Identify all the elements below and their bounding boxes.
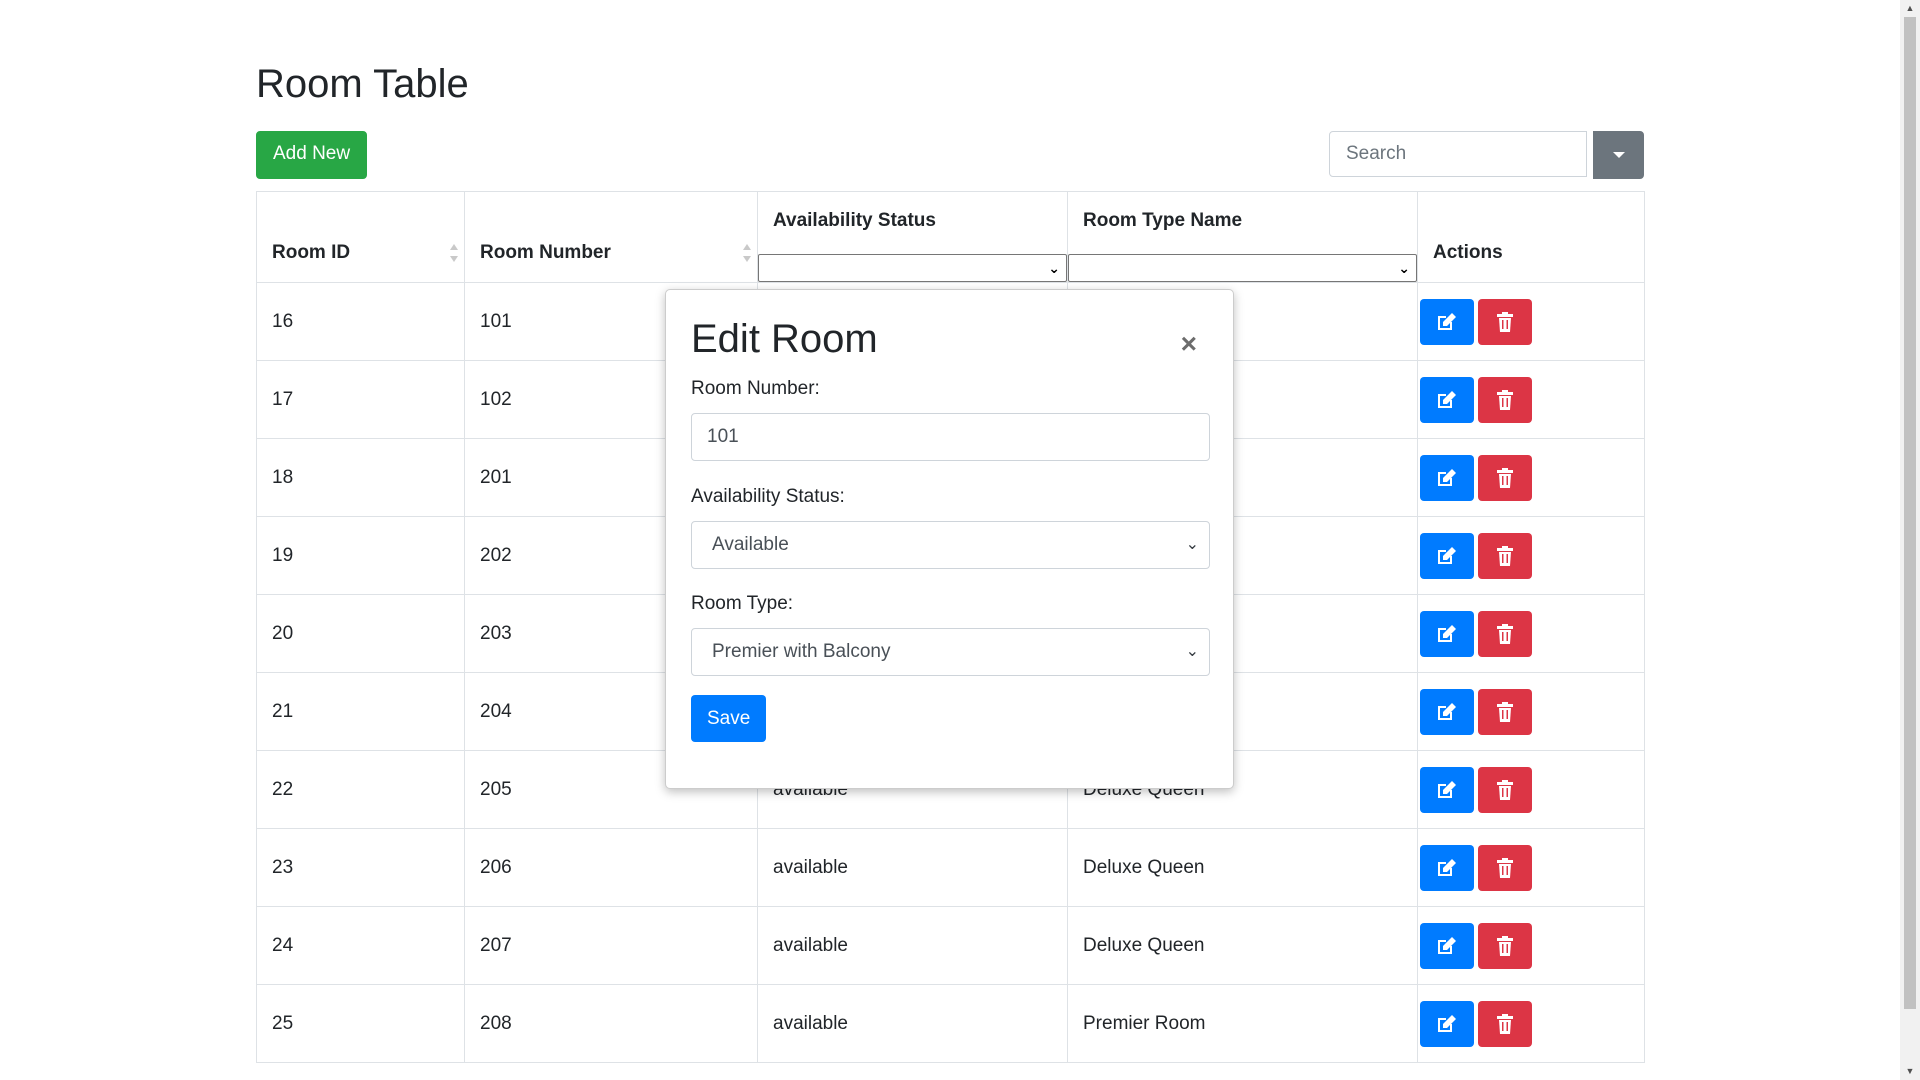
room-number-label: Room Number: [691,378,820,399]
cell-actions [1417,360,1645,439]
delete-button[interactable] [1478,610,1532,657]
add-new-button[interactable]: Add New [256,131,368,179]
scroll-up-arrow[interactable]: ▲ [1900,0,1920,17]
page-scrollbar[interactable]: ▲ ▼ [1900,0,1920,1080]
edit-button[interactable] [1420,922,1474,969]
cell-actions [1417,438,1645,517]
edit-button[interactable] [1420,688,1474,735]
chevron-down-icon: ⌄ [1185,536,1199,553]
cell-room-id: 25 [256,984,465,1063]
cell-availability-status: available [757,906,1068,985]
cell-actions [1417,516,1645,595]
modal-title: Edit Room [691,317,878,361]
delete-button[interactable] [1478,844,1532,891]
edit-button[interactable] [1420,376,1474,423]
page-title: Room Table [256,62,469,106]
cell-actions [1417,282,1645,361]
edit-button[interactable] [1420,454,1474,501]
delete-button[interactable] [1478,1000,1532,1047]
save-button[interactable]: Save [691,695,767,742]
column-header-room-type-name: Room Type Name ⌄ [1067,191,1418,283]
cell-room-id: 19 [256,516,465,595]
column-header-label: Room Number [480,242,611,263]
column-header-label: Room Type Name [1083,210,1243,231]
column-header-room-id[interactable]: Room ID [256,191,465,283]
scroll-thumb[interactable] [1904,17,1916,1009]
delete-button[interactable] [1478,298,1532,345]
availability-status-value: Available [712,534,789,555]
cell-room-id: 16 [256,282,465,361]
chevron-down-icon: ⌄ [1048,260,1060,276]
caret-down-icon [1612,152,1625,158]
search-dropdown-toggle[interactable] [1593,131,1644,179]
cell-room-id: 18 [256,438,465,517]
cell-actions [1417,828,1645,907]
room-type-filter-select[interactable]: ⌄ [1068,254,1417,282]
cell-room-id: 21 [256,672,465,751]
cell-room-number: 207 [464,906,758,985]
table-row: 24 207 available Deluxe Queen [256,906,1645,985]
table-header-row: Room ID Room Number Availability Status … [256,191,1645,283]
edit-button[interactable] [1420,610,1474,657]
delete-button[interactable] [1478,376,1532,423]
room-type-value: Premier with Balcony [712,641,891,662]
column-header-label: Room ID [272,242,351,263]
cell-room-id: 17 [256,360,465,439]
edit-button[interactable] [1420,766,1474,813]
table-row: 25 208 available Premier Room [256,984,1645,1063]
cell-room-id: 24 [256,906,465,985]
column-header-room-number[interactable]: Room Number [464,191,758,283]
cell-room-id: 22 [256,750,465,829]
sort-icon[interactable] [450,244,458,262]
table-row: 23 206 available Deluxe Queen [256,828,1645,907]
cell-actions [1417,984,1645,1063]
room-number-input[interactable]: 101 [691,413,1210,461]
availability-status-label: Availability Status: [691,486,845,507]
availability-filter-select[interactable]: ⌄ [758,254,1067,282]
delete-button[interactable] [1478,688,1532,735]
edit-button[interactable] [1420,532,1474,579]
column-header-availability-status: Availability Status ⌄ [757,191,1068,283]
cell-availability-status: available [757,984,1068,1063]
room-type-select[interactable]: Premier with Balcony ⌄ [691,628,1210,676]
cell-room-type-name: Deluxe Queen [1067,828,1418,907]
search-group [1329,131,1644,179]
cell-room-id: 23 [256,828,465,907]
close-icon[interactable]: × [1181,330,1197,358]
cell-room-type-name: Premier Room [1067,984,1418,1063]
search-input[interactable] [1329,131,1587,177]
cell-room-type-name: Deluxe Queen [1067,906,1418,985]
cell-actions [1417,750,1645,829]
cell-room-number: 208 [464,984,758,1063]
column-header-label: Actions [1433,242,1503,263]
edit-button[interactable] [1420,298,1474,345]
edit-room-modal: Edit Room × Room Number: 101 Availabilit… [665,289,1234,789]
cell-availability-status: available [757,828,1068,907]
delete-button[interactable] [1478,454,1532,501]
cell-actions [1417,594,1645,673]
cell-room-number: 206 [464,828,758,907]
sort-icon[interactable] [743,244,751,262]
column-header-label: Availability Status [773,210,936,231]
edit-button[interactable] [1420,844,1474,891]
cell-room-id: 20 [256,594,465,673]
scroll-down-arrow[interactable]: ▼ [1900,1063,1920,1080]
cell-actions [1417,672,1645,751]
delete-button[interactable] [1478,766,1532,813]
availability-status-select[interactable]: Available ⌄ [691,521,1210,569]
chevron-down-icon: ⌄ [1398,260,1410,276]
delete-button[interactable] [1478,532,1532,579]
room-type-label: Room Type: [691,593,794,614]
delete-button[interactable] [1478,922,1532,969]
cell-actions [1417,906,1645,985]
column-header-actions: Actions [1417,191,1645,283]
edit-button[interactable] [1420,1000,1474,1047]
chevron-down-icon: ⌄ [1185,643,1199,660]
